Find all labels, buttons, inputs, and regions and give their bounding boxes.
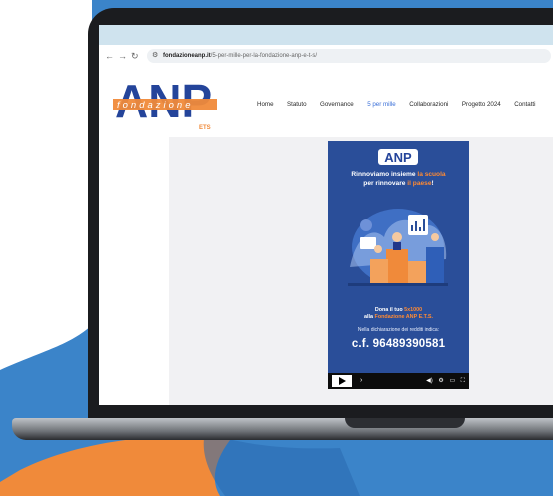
teamwork-illustration <box>348 209 448 286</box>
video-controls: › ◀) ⚙ ▭ ⛶ <box>328 373 469 389</box>
fiscal-code: c.f. 96489390581 <box>351 338 446 350</box>
browser-toolbar: ← → ↻ ⚙ fondazioneanp.it/5-per-mille-per… <box>99 45 553 68</box>
back-arrow-icon[interactable]: ← <box>105 50 114 62</box>
browser-window: ← → ↻ ⚙ fondazioneanp.it/5-per-mille-per… <box>99 25 553 405</box>
main-nav: Home Statuto Governance 5 per mille Coll… <box>257 93 545 108</box>
nav-contatti[interactable]: Contatti <box>514 99 535 111</box>
miniplayer-icon[interactable]: ▭ <box>449 378 455 384</box>
content-left-margin <box>99 137 169 405</box>
site-header: ANP fondazione ETS Home Statuto Governan… <box>99 67 553 137</box>
poster-headline: Rinnoviamo insieme la scuola per rinnova… <box>351 171 446 187</box>
laptop-notch <box>345 418 465 428</box>
fullscreen-icon[interactable]: ⛶ <box>461 378 465 384</box>
browser-tab-bar <box>99 25 553 45</box>
promo-scene: ← → ↻ ⚙ fondazioneanp.it/5-per-mille-per… <box>0 0 553 496</box>
reload-icon[interactable]: ↻ <box>131 50 139 62</box>
nav-progetto-2024[interactable]: Progetto 2024 <box>462 99 501 111</box>
logo-suffix: ETS <box>199 125 211 131</box>
donation-copy: Dona il tuo 5x1000 alla Fondazione ANP E… <box>364 307 433 320</box>
laptop-base <box>12 418 553 440</box>
nav-collaborazioni[interactable]: Collaborazioni <box>409 99 448 111</box>
url-host: fondazioneanp.it <box>163 53 211 59</box>
site-logo[interactable]: ANP fondazione ETS <box>113 77 233 131</box>
play-icon <box>339 377 346 385</box>
logo-word: fondazione <box>117 100 193 111</box>
nav-governance[interactable]: Governance <box>320 99 354 111</box>
video-controls-right: ◀) ⚙ ▭ ⛶ <box>422 375 465 387</box>
tax-note: Nella dichiarazione dei redditi indica: <box>357 327 440 333</box>
svg-text:ANP: ANP <box>384 150 412 165</box>
url-path: /5-per-mille-per-la-fondazione-anp-e-t-s… <box>210 53 318 59</box>
video-player[interactable]: ANP Rinnoviamo insieme la scuola per rin… <box>328 141 469 389</box>
site-settings-icon[interactable]: ⚙ <box>152 49 158 63</box>
volume-icon[interactable]: ◀) <box>426 378 433 384</box>
nav-home[interactable]: Home <box>257 99 274 111</box>
page-content: ANP Rinnoviamo insieme la scuola per rin… <box>99 137 553 405</box>
play-button[interactable] <box>332 375 352 387</box>
address-bar[interactable]: ⚙ fondazioneanp.it/5-per-mille-per-la-fo… <box>147 49 551 63</box>
forward-arrow-icon[interactable]: → <box>118 50 127 62</box>
nav-statuto[interactable]: Statuto <box>287 99 307 111</box>
gear-icon[interactable]: ⚙ <box>438 378 443 384</box>
poster-logo: ANP <box>378 149 418 165</box>
nav-5-per-mille[interactable]: 5 per mille <box>367 99 396 111</box>
next-icon[interactable]: › <box>360 375 362 387</box>
